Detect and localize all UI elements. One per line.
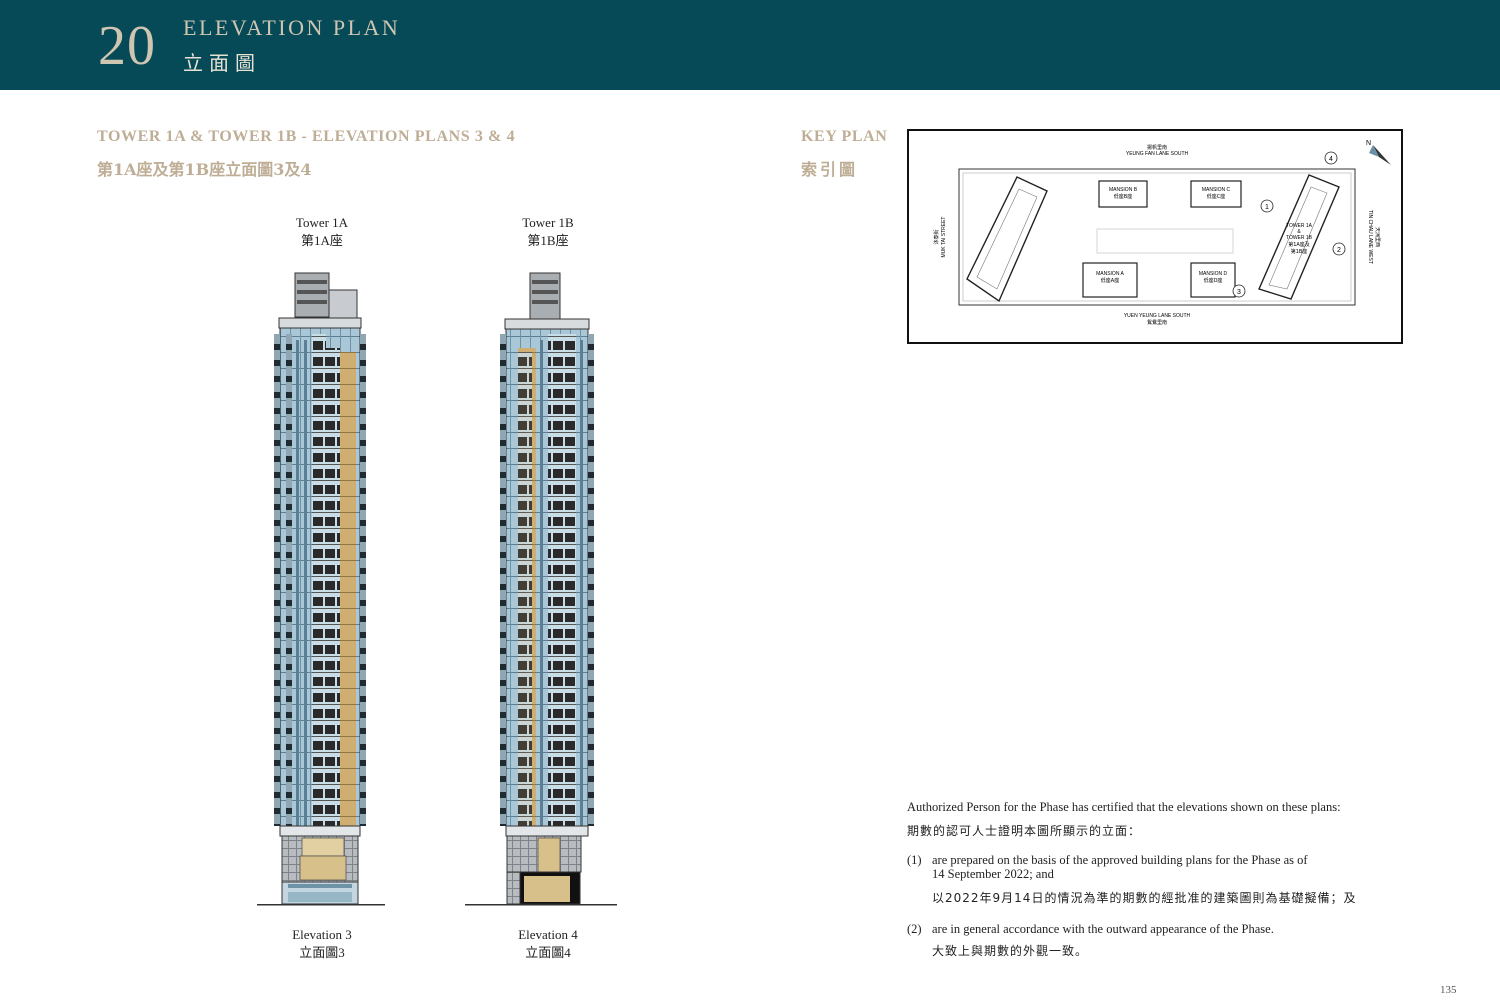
mansion-d-en: MANSION D xyxy=(1199,271,1228,277)
mansion-b-en: MANSION B xyxy=(1109,187,1138,193)
notes-intro-zh: 期數的認可人士證明本圖所顯示的立面： xyxy=(907,824,1142,838)
note-1-number: (1) xyxy=(907,853,922,867)
elevation-4-en: Elevation 4 xyxy=(518,927,578,942)
mansion-a-en: MANSION A xyxy=(1096,271,1124,277)
street-south-zh: 鴛鴦里南 xyxy=(1147,319,1167,326)
elevation-3-zh: 立面圖3 xyxy=(299,945,345,960)
note-1-en-line2: 14 September 2022; and xyxy=(932,867,1054,881)
notes-intro-en: Authorized Person for the Phase has cert… xyxy=(907,800,1341,814)
note-1-zh: 以2022年9月14日的情況為準的期數的經批准的建築圖則為基礎擬備；及 xyxy=(932,891,1357,905)
tower-1b-elevation xyxy=(465,272,617,906)
street-west-zh: 沐泰街 xyxy=(933,229,940,244)
marker-4-label: 4 xyxy=(1329,156,1333,163)
tower-1a-elevation xyxy=(257,272,385,906)
mansion-d-zh: 低座D座 xyxy=(1204,277,1223,284)
mansion-c-en: MANSION C xyxy=(1202,187,1231,193)
elevation-4-zh: 立面圖4 xyxy=(525,945,571,960)
mansion-a-zh: 低座A座 xyxy=(1101,277,1119,284)
street-east-en: TIN CHAU LANE WEST xyxy=(1367,210,1373,264)
tower-1b-en: TOWER 1B xyxy=(1286,235,1313,241)
page-number: 135 xyxy=(1440,984,1457,996)
tower-1b-zh: 第1B座 xyxy=(1291,248,1308,255)
elevation-3-caption: Elevation 3 立面圖3 xyxy=(252,926,392,962)
marker-1-label: 1 xyxy=(1265,204,1269,211)
street-north-zh: 揚帆里南 xyxy=(1147,144,1167,151)
mansion-c-zh: 低座C座 xyxy=(1207,193,1226,200)
key-plan-diagram: 揚帆里南 YEUNG FAN LANE SOUTH YUEN YEUNG LAN… xyxy=(907,129,1403,344)
note-2-en: are in general accordance with the outwa… xyxy=(932,922,1274,936)
marker-3-label: 3 xyxy=(1237,289,1241,296)
street-east-zh: 天洲里西 xyxy=(1374,227,1380,247)
marker-2-label: 2 xyxy=(1337,247,1341,254)
street-west-en: MUK TAI STREET xyxy=(941,217,947,258)
north-label: N xyxy=(1366,140,1371,147)
note-2-number: (2) xyxy=(907,922,922,936)
elevation-4-caption: Elevation 4 立面圖4 xyxy=(478,926,618,962)
tower-1a-zh: 第1A座及 xyxy=(1288,241,1310,248)
note-2-zh: 大致上與期數的外觀一致。 xyxy=(932,944,1089,958)
street-south-en: YUEN YEUNG LANE SOUTH xyxy=(1124,313,1191,319)
mansion-b-zh: 低座B座 xyxy=(1114,193,1132,200)
street-north-en: YEUNG FAN LANE SOUTH xyxy=(1126,151,1189,157)
elevation-3-en: Elevation 3 xyxy=(292,927,352,942)
